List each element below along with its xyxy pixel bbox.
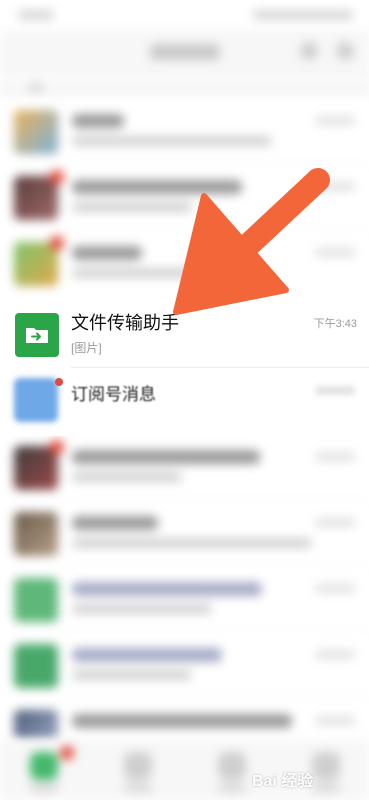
chat-preview [72, 604, 212, 614]
collapse-icon [30, 82, 42, 94]
tab-unread-badge [60, 746, 74, 760]
search-strip [0, 78, 369, 100]
chat-row[interactable] [0, 700, 369, 740]
chat-row[interactable] [0, 436, 369, 502]
chat-row[interactable] [0, 502, 369, 568]
avatar [14, 644, 58, 688]
subscription-icon [14, 378, 58, 422]
app-header [0, 30, 369, 78]
avatar [14, 176, 58, 220]
chat-preview [72, 472, 182, 482]
chat-name [72, 648, 222, 662]
tab-label [30, 784, 58, 792]
chat-time [315, 386, 355, 395]
chat-row[interactable] [0, 568, 369, 634]
unread-badge [50, 236, 64, 250]
clock [18, 10, 54, 20]
file-transfer-avatar [15, 313, 59, 357]
tab-label [218, 784, 246, 792]
search-icon[interactable] [300, 42, 318, 60]
watermark-logo: Bai 经验 [252, 770, 362, 794]
chat-name [72, 450, 260, 464]
chat-name: 文件传输助手 [71, 313, 179, 333]
chat-time [315, 248, 355, 257]
chat-name: 订阅号消息 [71, 385, 156, 404]
chats-tab-icon[interactable] [30, 752, 58, 780]
chat-time [315, 182, 355, 191]
chat-preview [72, 136, 272, 146]
chat-time [315, 452, 355, 461]
chat-preview [72, 268, 222, 278]
avatar [14, 710, 58, 740]
tab-label [124, 784, 152, 792]
chat-name [72, 516, 158, 530]
chat-preview [72, 670, 192, 680]
avatar [14, 578, 58, 622]
divider [71, 367, 369, 368]
chat-row[interactable] [0, 100, 369, 166]
chat-row[interactable] [0, 634, 369, 700]
chat-name [72, 582, 262, 596]
avatar [14, 110, 58, 154]
contacts-tab-icon[interactable] [124, 752, 152, 780]
chat-time [315, 716, 355, 725]
status-bar [0, 0, 369, 30]
avatar [14, 446, 58, 490]
chat-row[interactable] [0, 166, 369, 232]
unread-badge [50, 440, 64, 454]
header-title [150, 44, 220, 60]
watermark-text: Bai 经验 [252, 773, 314, 790]
chat-time [315, 584, 355, 593]
chat-time: 下午3:43 [313, 318, 357, 330]
chat-row-file-transfer[interactable]: 文件传输助手 [图片] 下午3:43 [0, 296, 369, 368]
chat-row-subscriptions[interactable]: 订阅号消息 [0, 370, 369, 436]
chat-preview: [图片] [71, 341, 102, 355]
avatar [14, 512, 58, 556]
chat-time [315, 650, 355, 659]
chat-row[interactable] [0, 232, 369, 298]
chat-name [72, 114, 124, 128]
chat-name [72, 180, 242, 194]
chat-time [315, 116, 355, 125]
chat-preview [72, 538, 312, 548]
chat-time [315, 518, 355, 527]
avatar [14, 242, 58, 286]
chat-preview [72, 202, 192, 212]
status-icons [253, 10, 353, 20]
chat-name [72, 246, 142, 260]
discover-tab-icon[interactable] [218, 752, 246, 780]
unread-badge [50, 170, 64, 184]
chat-name [72, 714, 292, 728]
folder-arrow-icon [26, 328, 48, 343]
unread-dot [55, 378, 63, 386]
add-icon[interactable] [336, 42, 354, 60]
